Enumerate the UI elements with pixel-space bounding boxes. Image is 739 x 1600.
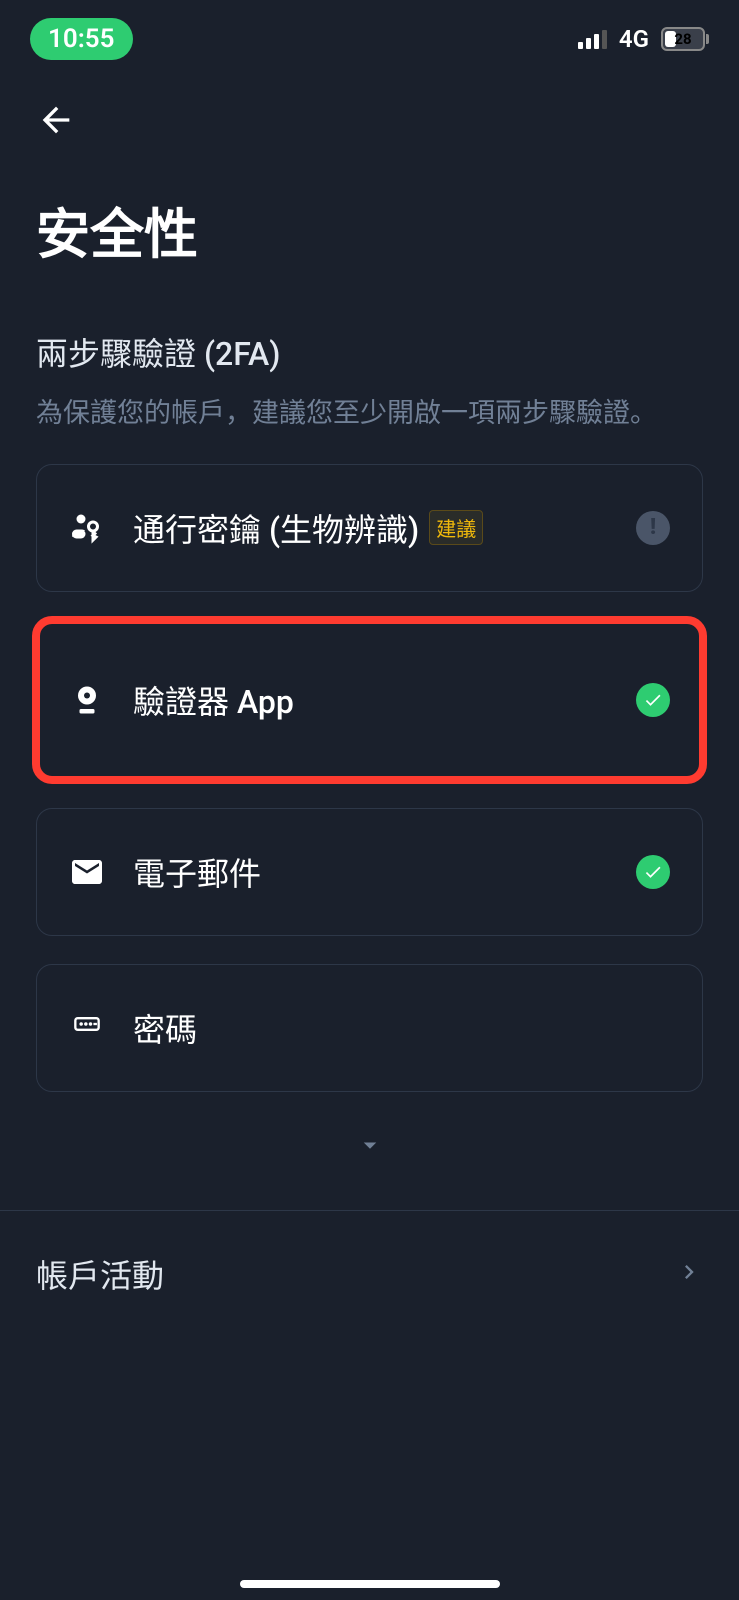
check-icon xyxy=(636,855,670,889)
network-label: 4G xyxy=(619,25,649,53)
option-authenticator-label: 驗證器 App xyxy=(133,677,608,723)
status-bar: 10:55 4G 28 xyxy=(0,0,739,70)
expand-more-button[interactable] xyxy=(36,1120,703,1190)
option-email[interactable]: 電子郵件 xyxy=(36,808,703,936)
passkey-icon xyxy=(69,510,105,546)
option-password[interactable]: 密碼 xyxy=(36,964,703,1092)
option-passkey-label: 通行密鑰 (生物辨識) xyxy=(133,505,419,551)
twofa-section-desc: 為保護您的帳戶，建議您至少開啟一項兩步驟驗證。 xyxy=(36,393,703,434)
arrow-left-icon xyxy=(36,100,76,140)
twofa-section: 兩步驟驗證 (2FA) 為保護您的帳戶，建議您至少開啟一項兩步驟驗證。 通行密鑰… xyxy=(0,299,739,1200)
badge-recommended: 建議 xyxy=(429,510,483,545)
row-account-activity-label: 帳戶活動 xyxy=(36,1251,164,1297)
battery-icon: 28 xyxy=(661,27,709,51)
warning-icon: ! xyxy=(636,511,670,545)
option-password-label: 密碼 xyxy=(133,1005,670,1051)
password-icon xyxy=(69,1010,105,1046)
home-indicator[interactable] xyxy=(240,1580,500,1588)
row-account-activity[interactable]: 帳戶活動 xyxy=(0,1211,739,1337)
nav-bar xyxy=(0,70,739,150)
option-passkey[interactable]: 通行密鑰 (生物辨識) 建議 ! xyxy=(36,464,703,592)
option-email-label: 電子郵件 xyxy=(133,849,608,895)
check-icon xyxy=(636,683,670,717)
option-authenticator[interactable]: 驗證器 App xyxy=(36,620,703,780)
page-title: 安全性 xyxy=(0,150,739,299)
status-time: 10:55 xyxy=(30,18,133,60)
chevron-down-icon xyxy=(355,1130,385,1160)
email-icon xyxy=(69,854,105,890)
back-button[interactable] xyxy=(36,100,76,140)
status-right: 4G 28 xyxy=(578,25,709,53)
authenticator-icon xyxy=(69,682,105,718)
battery-level: 28 xyxy=(674,30,691,48)
chevron-right-icon xyxy=(675,1258,703,1290)
twofa-section-title: 兩步驟驗證 (2FA) xyxy=(36,329,703,375)
signal-icon xyxy=(578,29,607,49)
